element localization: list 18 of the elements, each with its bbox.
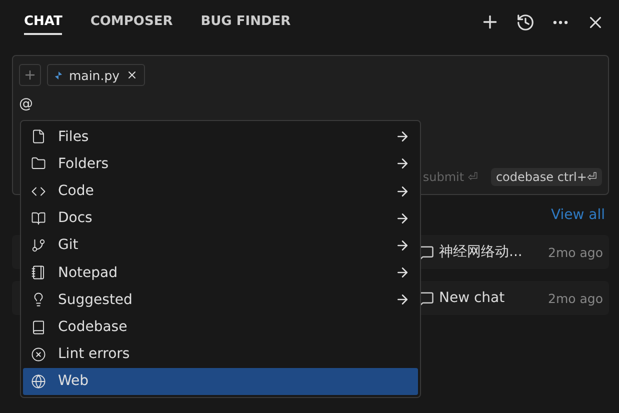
menu-label: Suggested — [58, 292, 134, 308]
chat-time: 2mo ago — [548, 244, 603, 260]
menu-label: Web — [58, 373, 90, 390]
menu-label: Docs — [58, 210, 94, 226]
menu-label: Files — [58, 128, 90, 145]
chat-time: 2mo ago — [548, 290, 603, 306]
menu-label: Code — [58, 183, 95, 199]
menu-label: Folders — [58, 156, 110, 172]
file-name: main.py — [69, 68, 120, 82]
shortcut-hint: codebase ctrl+⏎ — [490, 168, 602, 186]
menu-label: Lint errors — [58, 346, 131, 362]
submit-hint: submit ⏎ — [422, 169, 479, 186]
menu-label: Codebase — [58, 319, 128, 336]
chat-title: New chat — [439, 290, 506, 306]
menu-label: Notepad — [58, 264, 118, 281]
input-text: @ — [19, 96, 34, 112]
chat-title: 神经网络动... — [439, 243, 524, 261]
menu-label: Git — [58, 237, 80, 254]
